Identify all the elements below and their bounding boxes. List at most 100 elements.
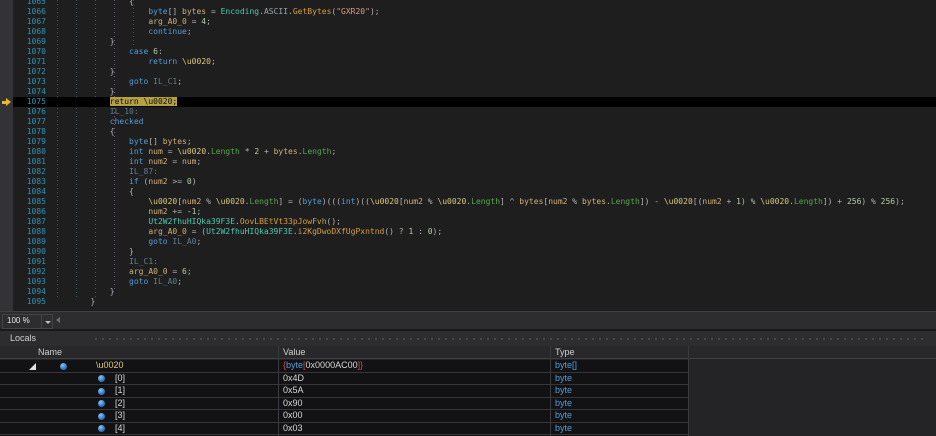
line-number[interactable]: 1087 bbox=[13, 217, 46, 227]
code-line[interactable]: 1089goto IL_A0; bbox=[0, 237, 936, 247]
code-line[interactable]: 1078 { bbox=[0, 127, 936, 137]
line-number[interactable]: 1081 bbox=[13, 157, 46, 167]
code-line[interactable]: 1085\u0020[num2 % \u0020.Length] = (byte… bbox=[0, 197, 936, 207]
locals-row[interactable]: [2]0x90byte bbox=[0, 398, 688, 411]
code-line[interactable]: 1073 goto IL_C1; bbox=[0, 77, 936, 87]
code-text[interactable]: byte[] bytes = Encoding.ASCII.GetBytes("… bbox=[148, 7, 379, 17]
code-line[interactable]: 1081 int num2 = num; bbox=[0, 157, 936, 167]
zoom-dropdown-button[interactable] bbox=[41, 314, 53, 329]
code-line[interactable]: 1095} bbox=[0, 297, 936, 307]
code-text[interactable]: IL_10: bbox=[110, 107, 139, 117]
line-number[interactable]: 1094 bbox=[13, 287, 46, 297]
locals-row[interactable]: [0]0x4Dbyte bbox=[0, 373, 688, 386]
zoom-level-combo[interactable]: 100 % bbox=[2, 314, 44, 329]
code-line[interactable]: 1084 { bbox=[0, 187, 936, 197]
code-text[interactable]: goto IL_C1; bbox=[129, 77, 182, 87]
line-number[interactable]: 1065 bbox=[13, 0, 46, 7]
line-number[interactable]: 1080 bbox=[13, 147, 46, 157]
code-line[interactable]: 1079 byte[] bytes; bbox=[0, 137, 936, 147]
line-number[interactable]: 1074 bbox=[13, 87, 46, 97]
code-text[interactable]: \u0020[num2 % \u0020.Length] = (byte)(((… bbox=[148, 197, 904, 207]
code-text[interactable]: { bbox=[110, 127, 115, 137]
line-number[interactable]: 1092 bbox=[13, 267, 46, 277]
line-number[interactable]: 1072 bbox=[13, 67, 46, 77]
line-number[interactable]: 1093 bbox=[13, 277, 46, 287]
code-line[interactable]: 1086num2 += -1; bbox=[0, 207, 936, 217]
line-number[interactable]: 1083 bbox=[13, 177, 46, 187]
line-number[interactable]: 1084 bbox=[13, 187, 46, 197]
code-line[interactable]: 1068 continue; bbox=[0, 27, 936, 37]
code-line[interactable]: 1083 if (num2 >= 0) bbox=[0, 177, 936, 187]
code-line[interactable]: 1077 checked bbox=[0, 117, 936, 127]
code-line[interactable]: 1067 arg_A0_0 = 4; bbox=[0, 17, 936, 27]
column-header-name[interactable]: Name bbox=[38, 346, 62, 358]
line-number[interactable]: 1071 bbox=[13, 57, 46, 67]
line-number[interactable]: 1090 bbox=[13, 247, 46, 257]
code-text[interactable]: int num2 = num; bbox=[129, 157, 201, 167]
code-text[interactable]: continue; bbox=[148, 27, 191, 37]
code-line[interactable]: 1072} bbox=[0, 67, 936, 77]
code-text[interactable]: Ut2W2fhuHIQka39F3E.OovLBEtVt33pJowFvh(); bbox=[148, 217, 341, 227]
code-line[interactable]: 1066byte[] bytes = Encoding.ASCII.GetByt… bbox=[0, 7, 936, 17]
code-line[interactable]: 1074} bbox=[0, 87, 936, 97]
code-text[interactable]: IL_87: bbox=[129, 167, 158, 177]
line-number[interactable]: 1068 bbox=[13, 27, 46, 37]
line-number[interactable]: 1075 bbox=[13, 97, 46, 107]
code-line[interactable]: 1082 IL_87: bbox=[0, 167, 936, 177]
code-line[interactable]: 1094} bbox=[0, 287, 936, 297]
code-text[interactable]: arg_A0_0 = 6; bbox=[129, 267, 192, 277]
line-number[interactable]: 1095 bbox=[13, 297, 46, 307]
locals-row[interactable]: [4]0x03byte bbox=[0, 423, 688, 436]
locals-row[interactable]: \u0020{byte[0x0000AC00]}byte[] bbox=[0, 360, 688, 373]
code-text[interactable]: } bbox=[110, 287, 115, 297]
code-line[interactable]: 1076 IL_10: bbox=[0, 107, 936, 117]
line-number[interactable]: 1079 bbox=[13, 137, 46, 147]
column-separator[interactable] bbox=[688, 346, 689, 436]
code-text[interactable]: if (num2 >= 0) bbox=[129, 177, 196, 187]
locals-row[interactable]: [1]0x5Abyte bbox=[0, 385, 688, 398]
code-text[interactable]: num2 += -1; bbox=[148, 207, 201, 217]
column-separator[interactable] bbox=[278, 346, 279, 436]
code-text[interactable]: byte[] bytes; bbox=[129, 137, 192, 147]
value-cell[interactable]: 0x4D bbox=[283, 373, 304, 385]
line-number[interactable]: 1082 bbox=[13, 167, 46, 177]
code-text[interactable]: arg_A0_0 = (Ut2W2fhuHIQka39F3E.i2KgDwoDX… bbox=[148, 227, 442, 237]
horizontal-scrollbar[interactable] bbox=[64, 314, 936, 328]
line-number[interactable]: 1077 bbox=[13, 117, 46, 127]
code-text[interactable]: } bbox=[129, 247, 134, 257]
code-text[interactable]: { bbox=[129, 187, 134, 197]
code-line-current[interactable]: 1075return \u0020; bbox=[0, 97, 936, 107]
line-number[interactable]: 1078 bbox=[13, 127, 46, 137]
code-text[interactable]: checked bbox=[110, 117, 144, 127]
line-number[interactable]: 1076 bbox=[13, 107, 46, 117]
line-number[interactable]: 1073 bbox=[13, 77, 46, 87]
value-cell[interactable]: 0x5A bbox=[283, 385, 304, 397]
code-line[interactable]: 1093 goto IL_A0; bbox=[0, 277, 936, 287]
code-line[interactable]: 1069} bbox=[0, 37, 936, 47]
line-number[interactable]: 1088 bbox=[13, 227, 46, 237]
code-text[interactable]: } bbox=[110, 67, 115, 77]
code-text[interactable]: case 6: bbox=[129, 47, 163, 57]
expander-icon[interactable] bbox=[29, 363, 36, 370]
code-line[interactable]: 1092 arg_A0_0 = 6; bbox=[0, 267, 936, 277]
code-text[interactable]: IL_C1: bbox=[129, 257, 158, 267]
code-line[interactable]: 1088 arg_A0_0 = (Ut2W2fhuHIQka39F3E.i2KgD… bbox=[0, 227, 936, 237]
code-text[interactable]: return \u0020; bbox=[148, 57, 215, 67]
code-line[interactable]: 1065{ bbox=[0, 0, 936, 7]
code-text[interactable]: } bbox=[91, 297, 96, 307]
code-text[interactable]: arg_A0_0 = 4; bbox=[148, 17, 211, 27]
code-line[interactable]: 1090} bbox=[0, 247, 936, 257]
line-number[interactable]: 1067 bbox=[13, 17, 46, 27]
code-text[interactable]: goto IL_A0; bbox=[129, 277, 182, 287]
code-line[interactable]: 1087 Ut2W2fhuHIQka39F3E.OovLBEtVt33pJowFv… bbox=[0, 217, 936, 227]
line-number[interactable]: 1070 bbox=[13, 47, 46, 57]
value-cell[interactable]: 0x03 bbox=[283, 423, 303, 435]
code-line[interactable]: 1091IL_C1: bbox=[0, 257, 936, 267]
code-text[interactable]: int num = \u0020.Length * 2 + bytes.Leng… bbox=[129, 147, 336, 157]
column-separator[interactable] bbox=[550, 346, 551, 436]
column-header-value[interactable]: Value bbox=[283, 346, 305, 358]
locals-row[interactable]: [3]0x00byte bbox=[0, 410, 688, 423]
code-line[interactable]: 1070 case 6: bbox=[0, 47, 936, 57]
code-text[interactable]: } bbox=[110, 37, 115, 47]
value-cell[interactable]: 0x00 bbox=[283, 410, 303, 422]
